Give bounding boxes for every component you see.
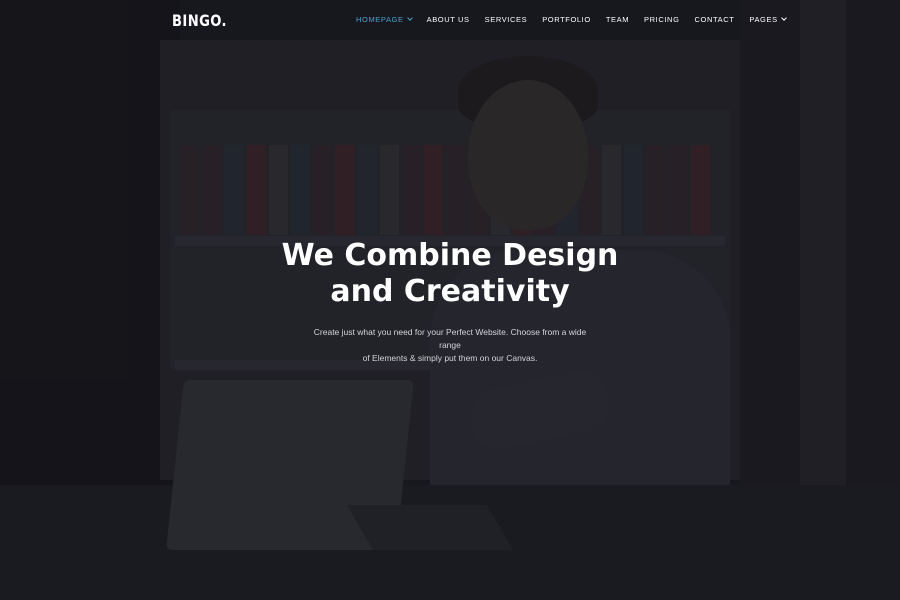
nav-item-homepage[interactable]: HOMEPAGE [356, 15, 413, 24]
site-logo[interactable]: BINGO. [172, 11, 227, 30]
nav-item-label: HOMEPAGE [356, 15, 404, 24]
hero-headline-line-2: and Creativity [330, 274, 570, 309]
hero-headline: We Combine Design and Creativity [0, 238, 900, 310]
hero-subtext-line-2: of Elements & simply put them on our Can… [362, 353, 538, 363]
nav-item-label: SERVICES [484, 15, 528, 24]
hero-subtext-line-1: Create just what you need for your Perfe… [313, 327, 587, 350]
chevron-down-icon [780, 15, 787, 21]
hero-subtext: Create just what you need for your Perfe… [305, 326, 595, 365]
nav-item-label: TEAM [605, 15, 630, 24]
hero-content: We Combine Design and Creativity Create … [0, 238, 900, 365]
nav-item-pages[interactable]: PAGES [749, 15, 787, 24]
hero-headline-line-1: We Combine Design [281, 238, 619, 273]
chevron-down-icon [406, 15, 413, 21]
nav-item-team[interactable]: TEAM [606, 15, 629, 24]
nav-item-portfolio[interactable]: PORTFOLIO [542, 15, 591, 24]
nav-item-label: CONTACT [694, 15, 735, 24]
main-nav: HOMEPAGE ABOUT US SERVICES PORTFOLIO TEA… [356, 15, 787, 24]
nav-item-services[interactable]: SERVICES [485, 15, 528, 24]
hero-section: BINGO. HOMEPAGE ABOUT US SERVICES PORTFO… [0, 0, 900, 600]
nav-item-label: ABOUT US [426, 15, 470, 24]
nav-item-label: PAGES [749, 15, 778, 24]
nav-item-pricing[interactable]: PRICING [644, 15, 679, 24]
nav-item-contact[interactable]: CONTACT [695, 15, 735, 24]
site-header: BINGO. HOMEPAGE ABOUT US SERVICES PORTFO… [0, 0, 900, 40]
nav-item-label: PORTFOLIO [542, 15, 591, 24]
nav-item-label: PRICING [644, 15, 680, 24]
nav-item-about-us[interactable]: ABOUT US [427, 15, 470, 24]
